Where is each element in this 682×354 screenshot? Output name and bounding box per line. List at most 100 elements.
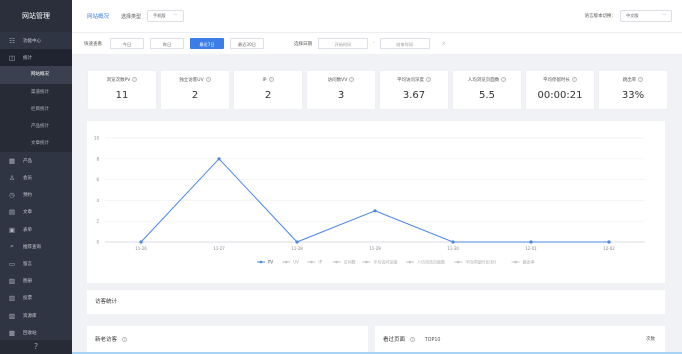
help-icon[interactable]: ? [572,77,577,82]
legend-marker [284,260,288,264]
type-select[interactable]: 手机版 ﹀ [147,10,184,22]
sidebar-sub-overview[interactable]: 网站概况 [0,66,72,84]
stat-card: 跳出率? 33% [598,70,668,110]
app-title: 网站管理 [0,0,72,32]
document-icon: ▤ [8,208,16,217]
sidebar-sub-channel[interactable]: 渠道统计 [0,83,72,101]
chevron-down-icon: ﹀ [173,13,178,18]
help-icon[interactable]: ? [0,340,72,354]
image-icon: ▨ [8,277,16,286]
x-tick-label: 12-01 [525,246,537,251]
help-icon[interactable]: ? [501,77,507,82]
language-select[interactable]: 中文版 ﹀ [620,10,672,22]
legend-label: UV [293,260,299,265]
x-tick-label: 11-26 [135,246,147,251]
x-tick-label: 11-27 [213,246,225,251]
apps-icon: ☷ [9,36,15,45]
stat-value: 11 [115,90,129,101]
start-date-input[interactable]: 开始时间 [318,38,368,49]
data-point [373,209,377,213]
stat-name: 跳出率 [622,78,637,83]
quick-view-label: 快速查看 [84,41,102,47]
today-button[interactable]: 今日 [110,38,144,49]
end-date-input[interactable]: 结束时间 [379,38,430,49]
stat-card: 人均浏览页面数? 5.5 [452,70,522,110]
legend-marker [310,260,313,264]
help-icon[interactable]: ? [205,77,211,82]
sidebar-item-article[interactable]: ▤ 文章 [0,204,72,221]
sidebar-item-gallery[interactable]: ▨ 图册 [0,273,72,290]
stats-row: 浏览次数PV? 11 独立访客UV? 2 IP? 2 访问数VV? 3 平均访问深度? 3… [87,70,668,110]
trend-chart-card: 0 2 4 6 8 10 11-26 11-27 11-28 11-29 11-30 12-01 12-… [87,121,665,283]
trash-icon: ▩ [8,328,16,337]
stat-value: 2 [264,90,272,101]
stat-name: 平均停留时长 [543,78,570,83]
legend-label: 跳出率 [523,259,535,265]
sidebar-item-resources[interactable]: ▧ 资源库 [0,307,72,324]
help-icon[interactable]: ? [426,77,431,82]
help-icon[interactable]: ? [122,337,128,342]
help-icon[interactable]: ? [132,77,138,82]
new-visitor-card: 新老访客? [87,326,368,354]
data-point [139,240,143,244]
grid-icon: ▦ [8,156,16,165]
sidebar-sub-article[interactable]: 文章统计 [0,135,72,153]
stat-value: 3.67 [402,90,426,101]
help-icon[interactable]: ? [268,77,274,82]
sidebar-item-message[interactable]: ▭ 留言 [0,255,72,272]
help-icon[interactable]: ? [349,77,355,82]
help-icon[interactable]: ? [410,337,416,342]
database-icon: ▧ [8,311,16,320]
legend-marker [365,260,368,264]
message-icon: ▭ [8,260,16,269]
y-tick-label: 10 [94,136,100,141]
legend-label: 人均浏览页面数 [417,259,445,265]
clear-date-icon[interactable]: × [442,41,446,47]
stat-card: 访问数VV? 3 [306,70,376,110]
page-title: 网站概况 [87,14,110,20]
sidebar-item-function-center[interactable]: ☷ 功能中心 [0,32,72,49]
search-icon: ⌕ [10,242,14,251]
x-tick-label: 11-28 [291,246,303,251]
last-30-days-button[interactable]: 最近30日 [230,38,264,49]
legend-label: 访问数 [344,259,356,265]
date-label: 选择日期 [294,41,312,47]
y-tick-label: 8 [96,156,99,161]
visitor-stats-header: 访客统计 [87,290,665,314]
chart-icon: ◫ [8,53,16,62]
help-icon[interactable]: ? [638,77,644,82]
stat-name: 独立访客UV [179,78,204,83]
filter-bar: 快速查看 今日 昨日 最近7日 最近30日 选择日期 开始时间 - 结束时间 × [72,32,682,54]
sidebar-item-product[interactable]: ▦ 产品 [0,152,72,169]
stat-card: 浏览次数PV? 11 [87,70,157,110]
sidebar-item-booking[interactable]: ◷ 预约 [0,187,72,204]
x-tick-label: 11-29 [369,246,381,251]
legend-marker [456,260,460,264]
stat-name: 平均访问深度 [397,78,424,83]
chevron-down-icon: ﹀ [662,13,666,18]
form-icon: ▣ [8,225,16,234]
sidebar-item-recycle[interactable]: ▩ 回收站 [0,324,72,341]
sidebar-item-statistics[interactable]: ◫ 统计 [0,49,72,67]
data-point [529,240,533,244]
legend-marker [259,260,263,264]
visitor-stats-title: 访客统计 [95,299,118,305]
sidebar-sub-column[interactable]: 栏目统计 [0,100,72,118]
legend-label: PV [268,260,273,265]
legend-label: IP [318,260,322,265]
sidebar-item-member[interactable]: ♙ 会员 [0,170,72,187]
sidebar-item-search[interactable]: ⌕ 推荐查询 [0,238,72,255]
stat-card: 平均停留时长? 00:00:21 [525,70,595,110]
stat-value: 33% [621,90,645,101]
yesterday-button[interactable]: 昨日 [150,38,184,49]
y-tick-label: 6 [96,177,99,182]
count-label: 次数 [646,337,655,342]
last-7-days-button[interactable]: 最近7日 [190,38,224,49]
sidebar-item-vote[interactable]: ▥ 投票 [0,290,72,307]
sidebar-item-form[interactable]: ▣ 表单 [0,221,72,238]
data-point [607,240,611,244]
vote-icon: ▥ [8,294,16,303]
legend-marker [408,260,412,264]
stat-name: 人均浏览页面数 [467,78,500,83]
sidebar-sub-product[interactable]: 产品统计 [0,117,72,136]
